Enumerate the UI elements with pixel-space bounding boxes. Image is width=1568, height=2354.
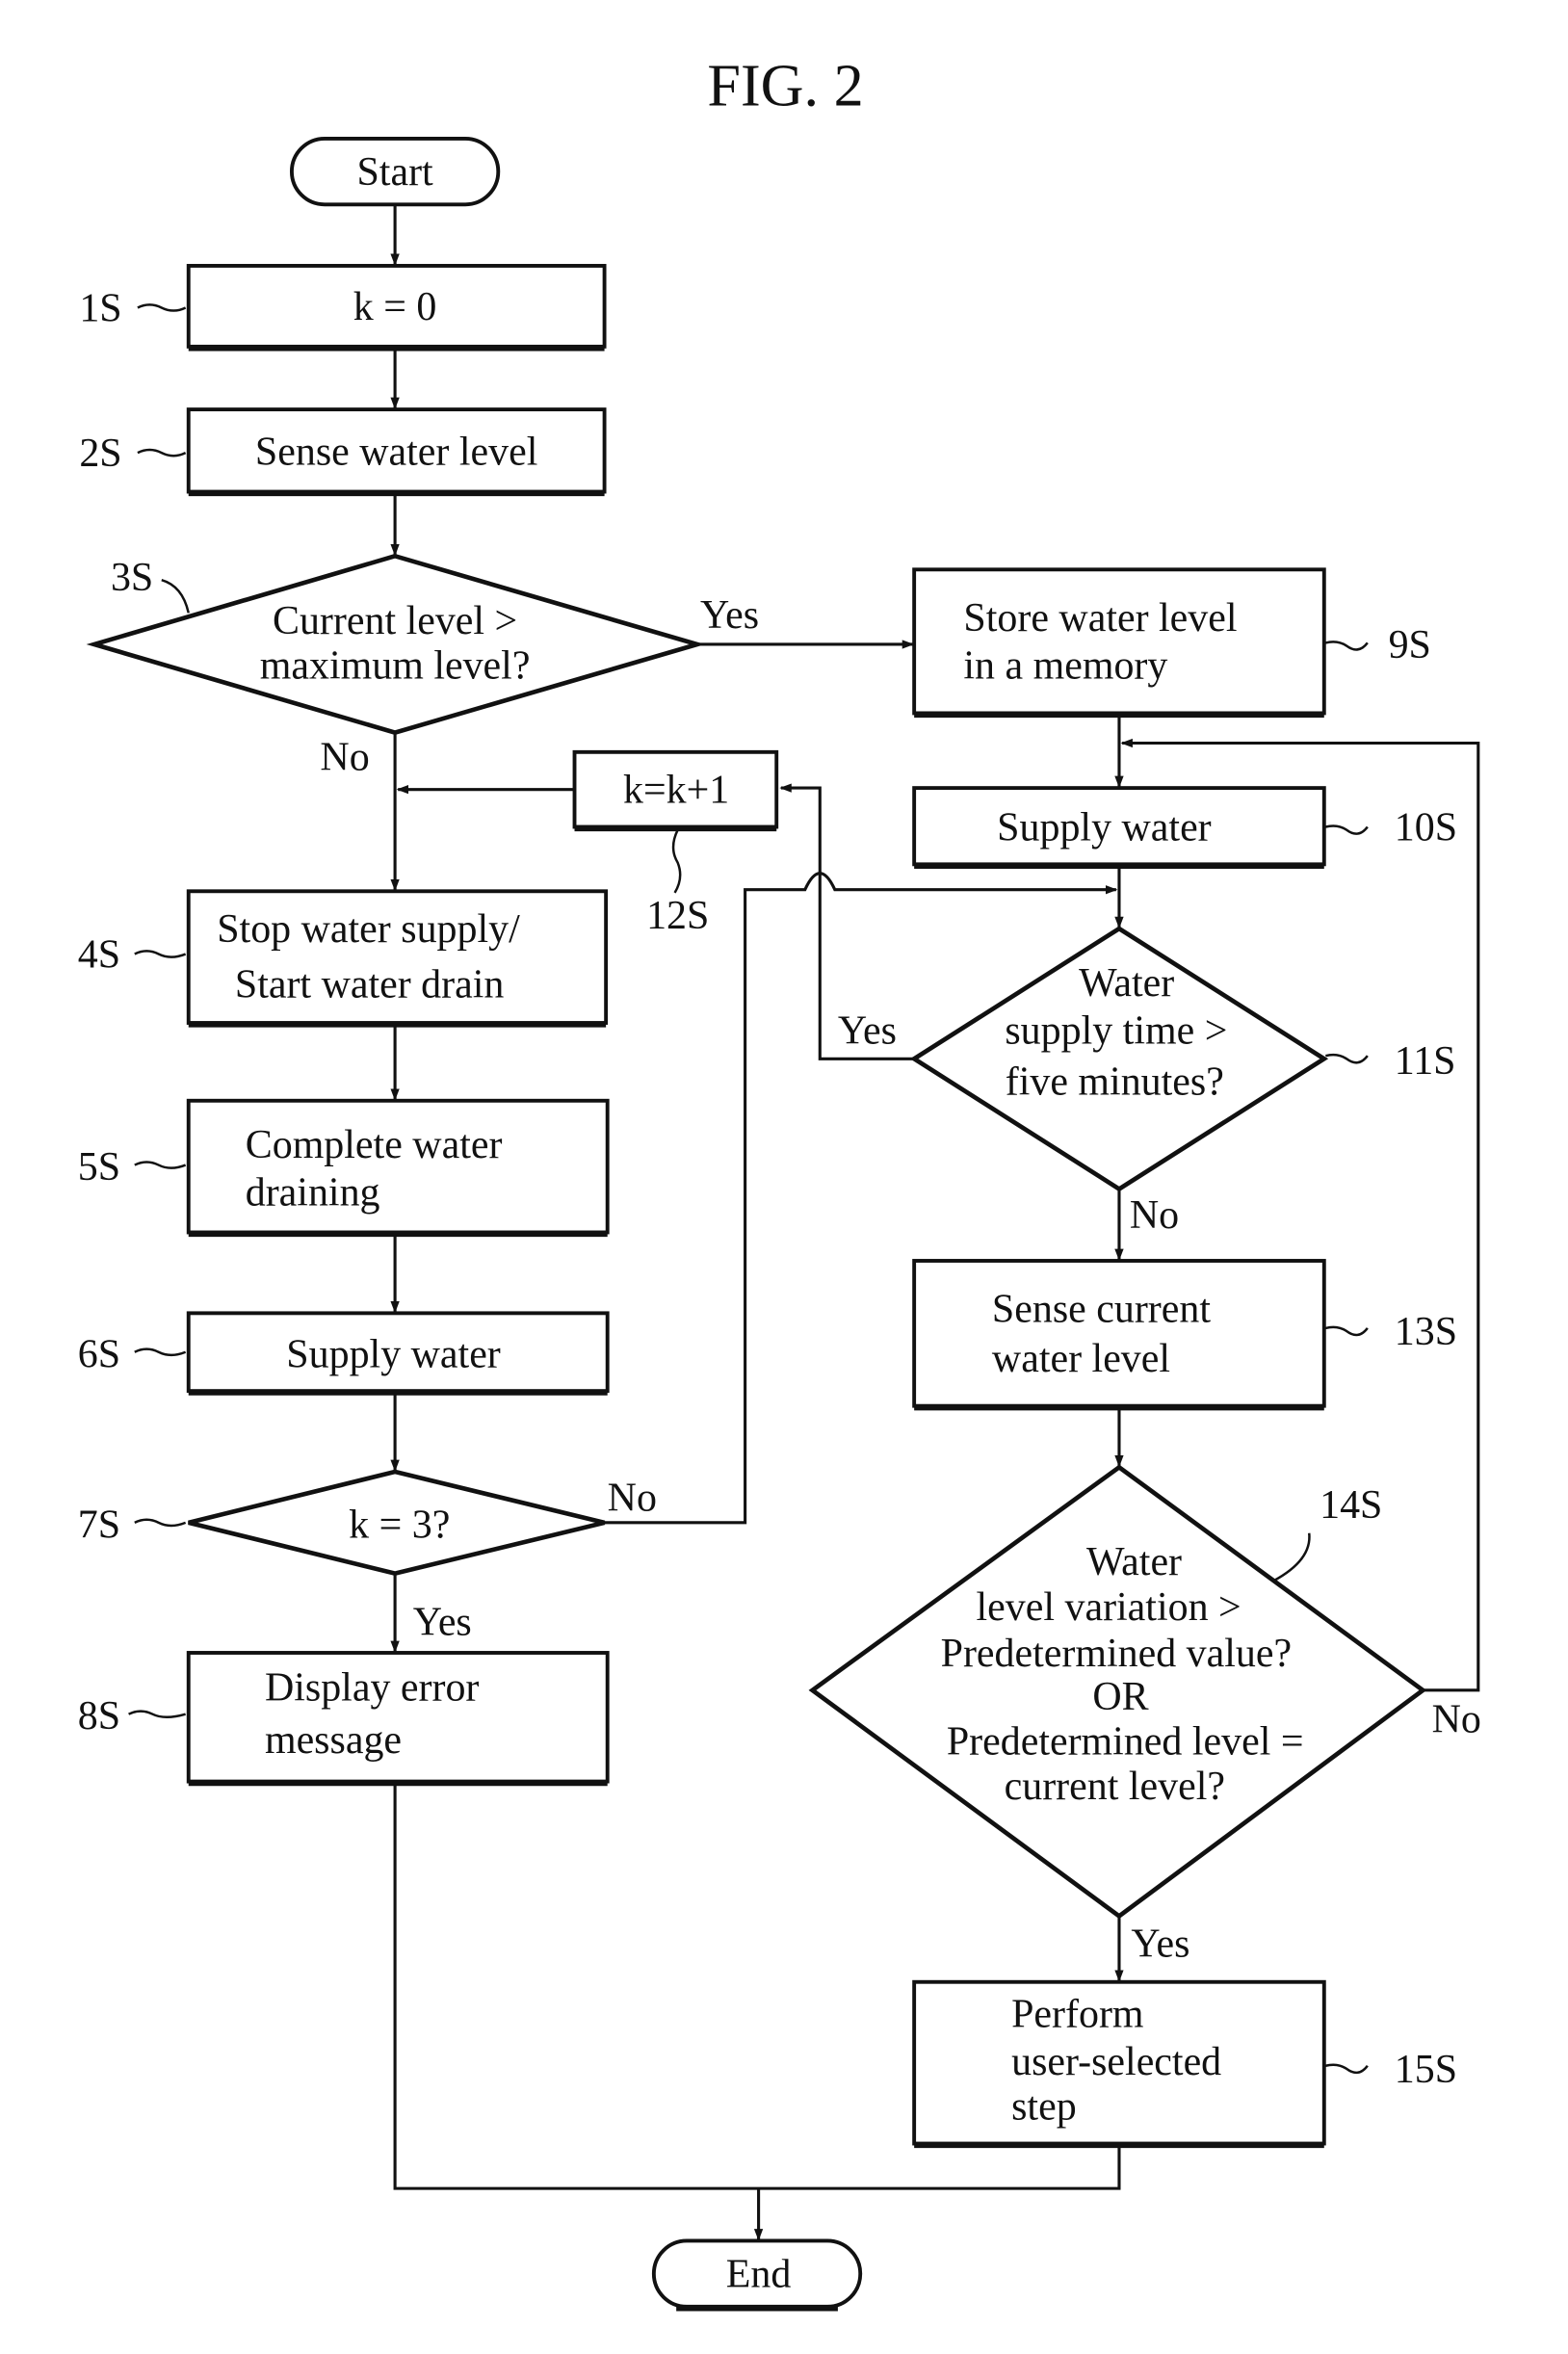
decision-7s-ref: 7S — [78, 1503, 120, 1547]
step-5s-line1: Complete water — [246, 1123, 503, 1167]
decision-3s-line1: Current level > — [273, 599, 517, 643]
leader-line — [137, 448, 187, 458]
leader-line — [1325, 1325, 1369, 1337]
step-5s: Complete water draining 5S — [78, 1098, 610, 1238]
step-1s-ref: 1S — [79, 286, 121, 330]
step-8s-ref: 8S — [78, 1694, 120, 1739]
decision-14s-ref: 14S — [1320, 1483, 1382, 1528]
decision-7s-yes: Yes — [413, 1600, 472, 1644]
decision-3s-yes: Yes — [700, 593, 759, 638]
step-6s: Supply water 6S — [78, 1311, 610, 1396]
step-9s-line1: Store water level — [963, 596, 1237, 641]
step-15s: Perform user-selected step 15S — [912, 1979, 1457, 2149]
step-5s-line2: draining — [246, 1171, 380, 1216]
decision-14s-line1: Water — [1086, 1540, 1182, 1584]
decision-11s-line3: five minutes? — [1006, 1060, 1224, 1105]
step-1s-text: k = 0 — [353, 285, 437, 329]
leader-line — [134, 1518, 187, 1528]
step-13s-line1: Sense current — [992, 1288, 1211, 1332]
leader-line — [134, 950, 187, 958]
step-6s-text: Supply water — [286, 1332, 500, 1376]
step-2s: Sense water level 2S — [79, 407, 607, 497]
leader-line — [134, 1161, 187, 1169]
step-13s-line2: water level — [992, 1337, 1170, 1381]
decision-7s: k = 3? 7S — [78, 1469, 606, 1577]
leader-line — [1325, 2063, 1369, 2075]
step-15s-ref: 15S — [1395, 2048, 1457, 2092]
flowchart: FIG. 2 Start k = 0 1S Sense water level … — [78, 54, 1481, 2312]
leader-line — [1325, 641, 1369, 651]
step-10s-text: Supply water — [997, 805, 1211, 850]
step-8s: Display error message 8S — [78, 1651, 610, 1787]
decision-14s-line3: Predetermined value? — [941, 1632, 1292, 1676]
step-9s-line2: in a memory — [963, 644, 1167, 689]
decision-14s-yes: Yes — [1131, 1922, 1189, 1966]
step-10s: Supply water 10S — [912, 786, 1457, 869]
step-2s-ref: 2S — [79, 432, 121, 476]
end-label: End — [726, 2253, 792, 2297]
leader-line — [671, 829, 682, 894]
step-1s: k = 0 1S — [79, 264, 607, 352]
decision-11s-yes: Yes — [838, 1009, 897, 1054]
step-5s-ref: 5S — [78, 1145, 120, 1190]
leader-line — [1325, 1053, 1369, 1064]
step-15s-line2: user-selected — [1011, 2040, 1221, 2084]
step-2s-text: Sense water level — [255, 431, 537, 475]
leader-line — [1272, 1532, 1311, 1582]
step-13s-ref: 13S — [1395, 1310, 1457, 1354]
decision-3s: Current level > maximum level? 3S — [86, 553, 706, 736]
step-9s: Store water level in a memory 9S — [912, 567, 1431, 719]
start-terminal: Start — [289, 136, 501, 207]
step-15s-line1: Perform — [1011, 1992, 1143, 2036]
step-4s: Stop water supply/ Start water drain 4S — [78, 889, 609, 1028]
decision-11s: Water supply time > five minutes? 11S — [909, 926, 1456, 1192]
start-label: Start — [356, 150, 433, 195]
step-12s-ref: 12S — [646, 894, 709, 938]
leader-line — [128, 1710, 186, 1719]
decision-11s-ref: 11S — [1395, 1039, 1456, 1084]
leader-line — [1325, 824, 1369, 835]
leader-line — [134, 1347, 187, 1357]
decision-3s-no: No — [320, 735, 369, 779]
decision-14s-no: No — [1432, 1697, 1481, 1741]
decision-7s-text: k = 3? — [349, 1503, 450, 1547]
step-8s-line1: Display error — [265, 1666, 479, 1711]
decision-3s-line2: maximum level? — [260, 644, 531, 689]
decision-11s-no: No — [1130, 1193, 1179, 1238]
decision-11s-line2: supply time > — [1005, 1009, 1227, 1054]
decision-14s: Water level variation > Predetermined va… — [808, 1464, 1427, 1920]
step-6s-ref: 6S — [78, 1332, 120, 1376]
leader-line — [161, 578, 190, 614]
connector — [604, 872, 1118, 1525]
decision-11s-line1: Water — [1079, 961, 1174, 1006]
step-4s-line1: Stop water supply/ — [217, 907, 520, 952]
step-10s-ref: 10S — [1395, 805, 1457, 850]
end-terminal: End — [651, 2238, 863, 2312]
step-13s: Sense current water level 13S — [912, 1259, 1457, 1411]
step-8s-line2: message — [265, 1718, 402, 1763]
step-15s-line3: step — [1011, 2085, 1077, 2130]
step-4s-ref: 4S — [78, 933, 120, 978]
decision-14s-line5: Predetermined level = — [947, 1720, 1304, 1765]
figure-title: FIG. 2 — [707, 54, 863, 119]
decision-7s-no: No — [608, 1476, 657, 1520]
step-9s-ref: 9S — [1389, 623, 1431, 667]
step-4s-line2: Start water drain — [235, 963, 505, 1007]
decision-14s-line2: level variation > — [977, 1585, 1241, 1630]
decision-3s-ref: 3S — [111, 556, 153, 600]
decision-14s-line6: current level? — [1005, 1765, 1225, 1809]
step-12s-text: k=k+1 — [623, 769, 729, 813]
leader-line — [137, 303, 187, 312]
decision-14s-line4: OR — [1092, 1675, 1148, 1719]
